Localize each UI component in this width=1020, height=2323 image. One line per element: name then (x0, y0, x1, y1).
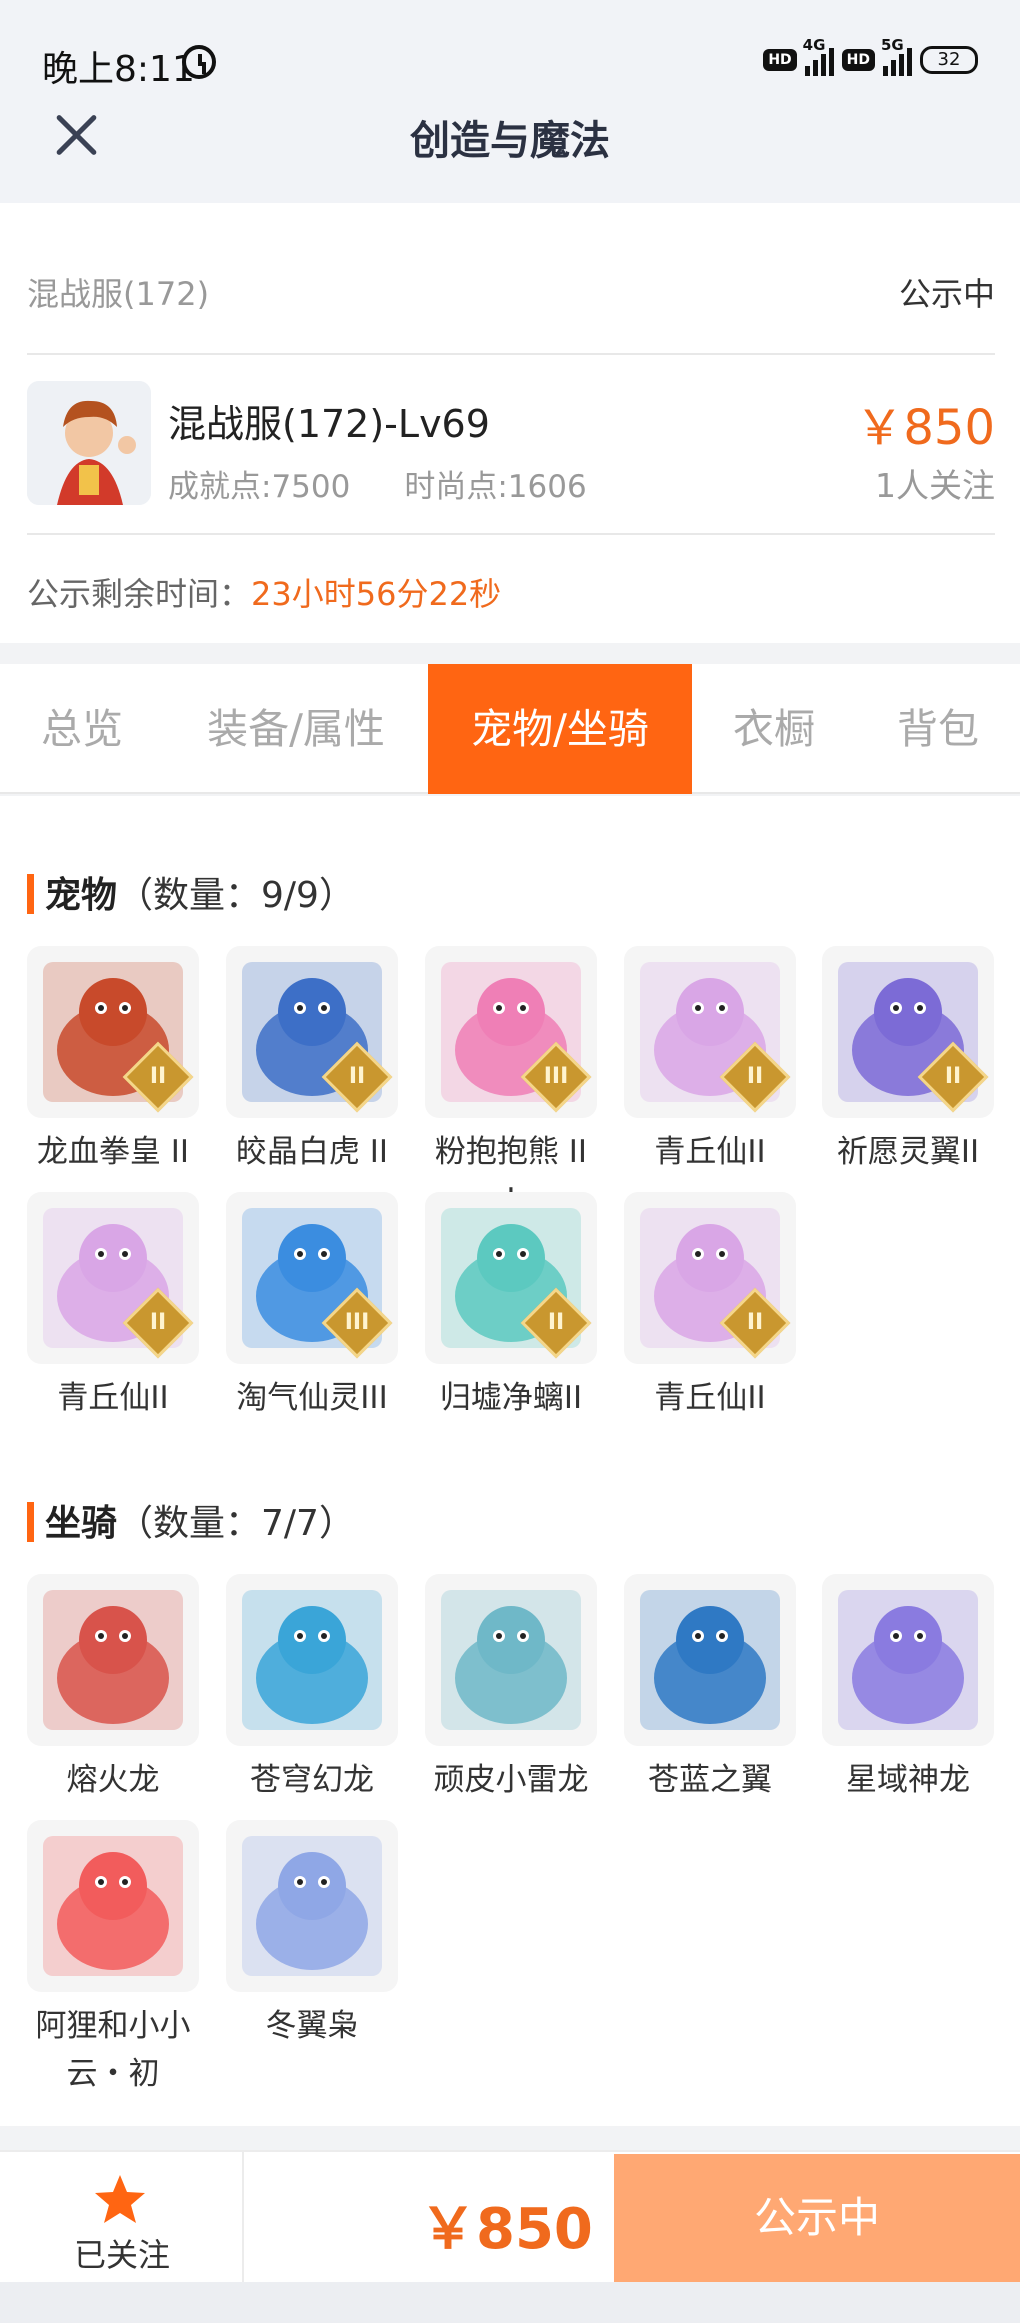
tab-backpack[interactable]: 背包 (856, 664, 1020, 794)
bottom-bar: 已关注 ￥850 公示中 (0, 2150, 1020, 2284)
page-title: 创造与魔法 (410, 118, 610, 164)
tab-bar: 总览 装备/属性 宠物/坐骑 衣橱 背包 (0, 664, 1020, 794)
mount-item[interactable]: 阿狸和小小云・初 (27, 1820, 199, 2098)
item-name: 皎晶白虎 II (235, 1134, 389, 1170)
tab-overview[interactable]: 总览 (0, 664, 164, 794)
listing-price: ￥850 (855, 400, 995, 456)
mount-image (822, 1574, 994, 1746)
pet-item[interactable]: II 龙血拳皇 II (27, 946, 199, 1176)
item-name: 龙血拳皇 II (36, 1134, 190, 1170)
pets-section-title: 宠物（数量：9/9） (27, 866, 355, 918)
pet-item[interactable]: III 淘气仙灵III (226, 1192, 398, 1422)
mount-image (226, 1820, 398, 1992)
mount-image (425, 1574, 597, 1746)
mount-item[interactable]: 顽皮小雷龙 (425, 1574, 597, 1804)
status-indicators: HD 4G HD 5G 32 (763, 36, 978, 76)
item-name: 淘气仙灵III (236, 1380, 388, 1416)
item-name: 阿狸和小小云・初 (35, 2008, 191, 2092)
pet-image: III (425, 946, 597, 1118)
pet-image: III (226, 1192, 398, 1364)
top-area: 晚上8:11 HD 4G HD 5G 32 创造与魔法 (0, 0, 1020, 203)
tab-wardrobe[interactable]: 衣橱 (692, 664, 856, 794)
hd-icon: HD (763, 49, 797, 71)
public-notice-button[interactable]: 公示中 (614, 2154, 1020, 2282)
pet-item[interactable]: II 祈愿灵翼II (822, 946, 994, 1176)
item-name: 青丘仙II (654, 1380, 766, 1416)
item-name: 祈愿灵翼II (836, 1134, 980, 1170)
battery-icon: 32 (920, 46, 978, 74)
pet-item[interactable]: II 归墟净螭II (425, 1192, 597, 1422)
pet-item[interactable]: II 青丘仙II (624, 1192, 796, 1422)
signal-icon: 5G (881, 36, 912, 76)
divider (27, 533, 995, 535)
avatar (27, 381, 151, 505)
fashion-points: 时尚点:1606 (404, 469, 587, 505)
pet-image: II (624, 1192, 796, 1364)
star-icon (95, 2175, 145, 2223)
hd-icon: HD (841, 49, 875, 71)
status-time: 晚上8:11 (42, 49, 195, 90)
divider (27, 353, 995, 355)
mounts-section-title: 坐骑（数量：7/7） (27, 1494, 355, 1546)
mount-image (27, 1820, 199, 1992)
pet-image: II (226, 946, 398, 1118)
item-name: 青丘仙II (57, 1380, 169, 1416)
pets-mounts-panel: 宠物（数量：9/9） II 龙血拳皇 II II 皎晶白虎 II III 粉抱抱熊 II I… (0, 796, 1020, 2126)
item-name: 顽皮小雷龙 (433, 1762, 589, 1798)
mount-item[interactable]: 星域神龙 (822, 1574, 994, 1804)
listing-info-card: 混战服(172) 公示中 混战服(172)-Lv69 成就点:7500 时尚点:1… (0, 203, 1020, 643)
pet-item[interactable]: II 皎晶白虎 II (226, 946, 398, 1176)
character-stats: 成就点:7500 时尚点:1606 (168, 461, 641, 506)
pet-image: II (425, 1192, 597, 1364)
mount-item[interactable]: 冬翼枭 (226, 1820, 398, 2050)
mount-item[interactable]: 苍蓝之翼 (624, 1574, 796, 1804)
mount-image (226, 1574, 398, 1746)
remaining-time: 公示剩余时间：23小时56分22秒 (27, 575, 502, 613)
mount-image (27, 1574, 199, 1746)
item-name: 青丘仙II (654, 1134, 766, 1170)
follow-label: 已关注 (73, 2236, 170, 2274)
achievement-points: 成就点:7500 (168, 469, 351, 505)
follower-count: 1人关注 (875, 466, 995, 505)
item-name: 冬翼枭 (265, 2008, 359, 2044)
mount-item[interactable]: 熔火龙 (27, 1574, 199, 1804)
pet-item[interactable]: III粉抱抱熊 III (425, 946, 597, 1224)
item-name: 苍穹幻龙 (250, 1762, 374, 1798)
tab-pets-mounts[interactable]: 宠物/坐骑 (428, 664, 692, 794)
item-name: 星域神龙 (846, 1762, 970, 1798)
pet-image: II (27, 946, 199, 1118)
alarm-icon (182, 45, 216, 79)
item-name: 苍蓝之翼 (648, 1762, 772, 1798)
bottom-price: ￥850 (420, 2197, 593, 2262)
signal-icon: 4G (803, 36, 834, 76)
countdown: 23小时56分22秒 (251, 575, 502, 613)
mount-image (624, 1574, 796, 1746)
pet-image: II (27, 1192, 199, 1364)
pet-item[interactable]: II 青丘仙II (27, 1192, 199, 1422)
mount-item[interactable]: 苍穹幻龙 (226, 1574, 398, 1804)
follow-button[interactable]: 已关注 (0, 2152, 244, 2284)
server-name: 混战服(172) (27, 275, 210, 313)
tab-equipment[interactable]: 装备/属性 (164, 664, 428, 794)
item-name: 熔火龙 (66, 1762, 160, 1798)
character-name: 混战服(172)-Lv69 (168, 402, 490, 446)
item-name: 归墟净螭II (439, 1380, 583, 1416)
gesture-bar (0, 2282, 1020, 2323)
status-badge: 公示中 (898, 275, 995, 313)
pet-item[interactable]: II 青丘仙II (624, 946, 796, 1176)
pet-image: II (822, 946, 994, 1118)
pet-image: II (624, 946, 796, 1118)
